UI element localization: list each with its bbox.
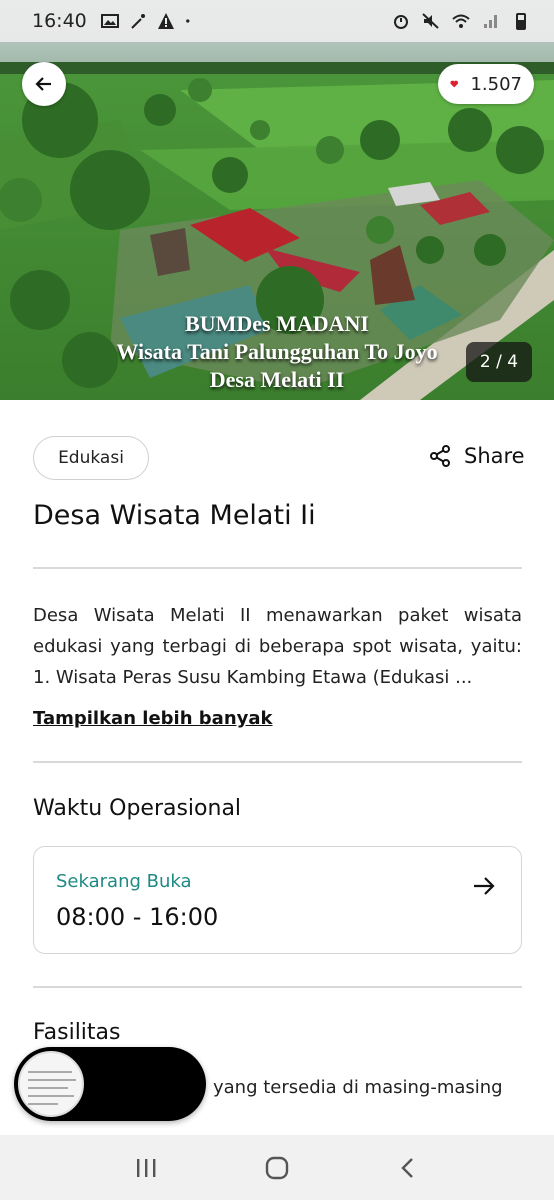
divider [33, 986, 522, 988]
page-title: Desa Wisata Melati Ii [33, 500, 316, 531]
category-chip[interactable]: Edukasi [33, 436, 149, 480]
warning-icon [157, 13, 174, 29]
hours-range: 08:00 - 16:00 [56, 903, 219, 931]
floating-screenshot-preview[interactable] [14, 1047, 206, 1121]
show-more-link[interactable]: Tampilkan lebih banyak [33, 708, 273, 729]
facilities-section-title: Fasilitas [33, 1020, 121, 1045]
facilities-text-visible: yang tersedia di masing-masing [213, 1077, 503, 1098]
back-button[interactable] [22, 62, 66, 106]
mute-icon [422, 13, 439, 29]
battery-icon [516, 13, 526, 30]
magic-wand-icon [131, 14, 145, 29]
dot-icon [185, 19, 190, 23]
hours-card[interactable]: Sekarang Buka 08:00 - 16:00 [33, 846, 522, 954]
detail-content: Edukasi Share Desa Wisata Melati Ii Desa… [0, 400, 554, 1135]
status-time: 16:40 [32, 10, 87, 32]
arrow-left-icon [35, 77, 51, 91]
divider [33, 761, 522, 763]
share-icon [430, 445, 450, 467]
like-button[interactable]: 1.507 [438, 64, 534, 104]
hours-section-title: Waktu Operasional [33, 796, 242, 821]
alarm-icon [394, 15, 408, 29]
status-bar: 16:40 [0, 0, 554, 42]
wifi-icon [452, 14, 470, 28]
share-label: Share [464, 444, 525, 468]
recent-apps-button[interactable] [116, 1143, 176, 1193]
open-status: Sekarang Buka [56, 871, 192, 892]
arrow-right-icon [474, 877, 495, 895]
screenshot-thumbnail[interactable] [18, 1051, 84, 1117]
system-nav-bar [0, 1135, 554, 1200]
hero-gallery[interactable]: 16:40 1.507 BUMDes MADANI Wisata Tani Pa… [0, 0, 554, 400]
description-text: Desa Wisata Melati II menawarkan paket w… [33, 605, 522, 688]
share-button[interactable]: Share [428, 444, 525, 468]
image-counter: 2 / 4 [466, 342, 532, 382]
like-count: 1.507 [470, 73, 522, 95]
divider [33, 567, 522, 569]
overlay-line-1: BUMDes MADANI [185, 311, 369, 336]
back-nav-button[interactable] [378, 1143, 438, 1193]
image-icon [100, 14, 119, 28]
home-button[interactable] [247, 1143, 307, 1193]
recent-apps-icon [136, 1158, 156, 1177]
heart-icon [450, 80, 459, 88]
chevron-left-icon [401, 1157, 414, 1178]
home-icon [265, 1156, 289, 1179]
signal-icon [484, 15, 497, 28]
